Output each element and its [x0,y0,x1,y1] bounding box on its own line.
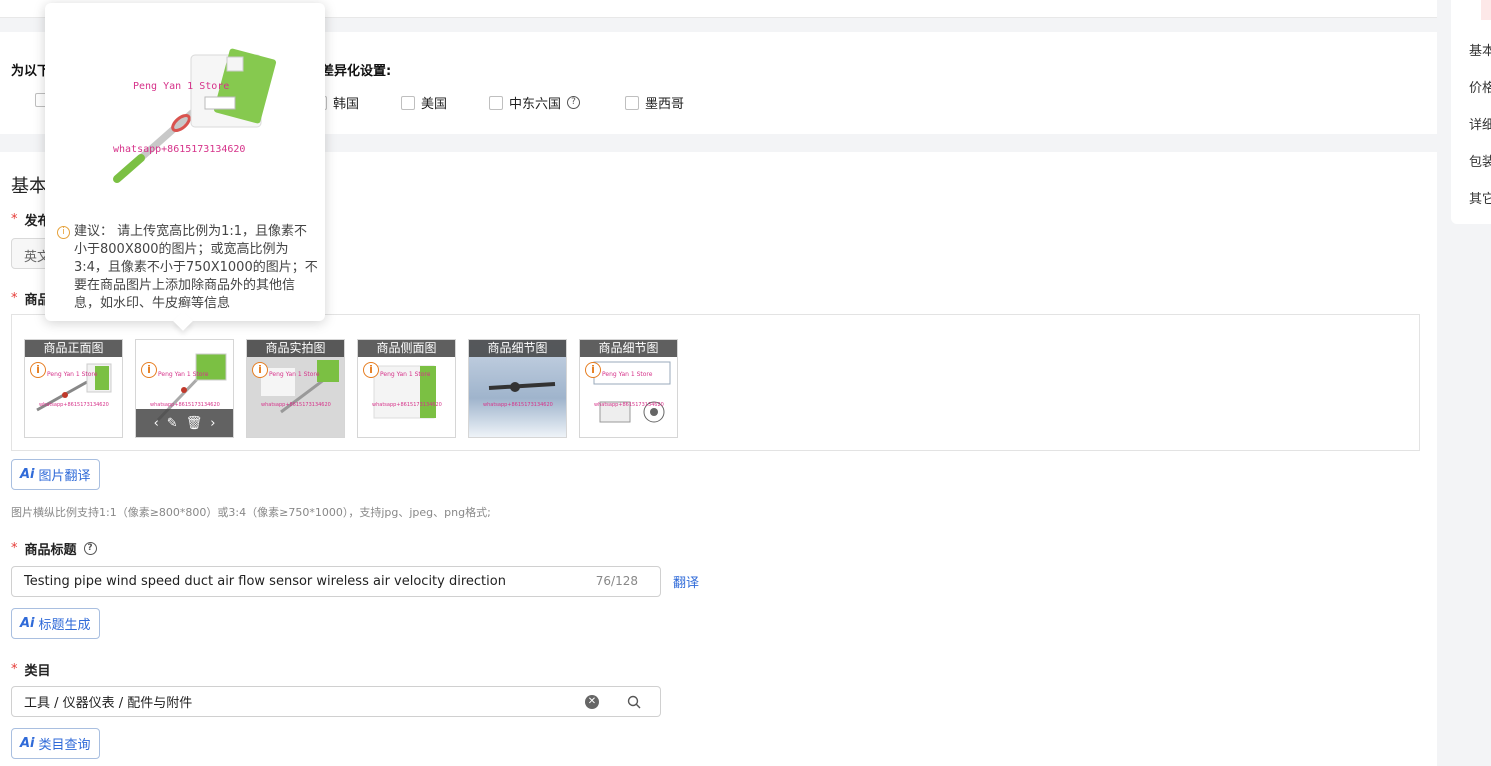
ai-icon: Ai [20,616,35,631]
checkbox-box[interactable] [401,95,415,110]
category-search-button[interactable] [607,686,661,717]
image-translate-button[interactable]: Ai 图片翻译 [11,459,100,490]
checkbox-label: 美国 [421,97,448,112]
thumb-store-watermark: Peng Yan 1 Store [269,371,320,378]
thumb-wa-watermark: whatsapp+8615173134620 [39,402,109,408]
search-icon [627,695,640,708]
nav-item-detail[interactable]: 详细描述 [1469,114,1491,133]
title-generate-button[interactable]: Ai 标题生成 [11,608,100,639]
image-preview-popover: Peng Yan 1 Store whatsapp+8615173134620 … [45,3,325,331]
thumb-store-watermark: Peng Yan 1 Store [380,371,431,378]
ai-icon: Ai [20,736,35,751]
product-title-label: * 商品标题 ? [11,539,97,558]
warning-icon: i [30,362,46,378]
category-label: * 类目 [11,662,51,679]
title-char-counter: 76/128 [595,574,638,588]
thumb-wa-watermark: whatsapp+8615173134620 [594,402,664,408]
thumb-wa-watermark: whatsapp+8615173134620 [483,402,553,408]
image-hint: 图片横纵比例支持1:1（像素≥800*800）或3:4（像素≥750*1000）… [11,506,491,519]
checkbox-box[interactable] [489,95,503,110]
checkbox-box[interactable] [625,95,639,110]
checkbox-label: 中东六国 [509,97,562,112]
clear-icon[interactable]: ✕ [585,695,599,709]
thumb-label: 商品细节图 [469,340,566,357]
checkbox-usa[interactable]: 美国 [401,93,447,112]
thumb-store-watermark: Peng Yan 1 Store [602,371,653,378]
thumb-toolbar: ‹ ✎ 🗑 › [136,409,233,437]
warning-icon: i [363,362,379,378]
preview-suggestion: i 建议： 请上传宽高比例为1:1，且像素不小于800X800的图片；或宽高比例… [57,223,319,313]
checkbox-middle-east[interactable]: 中东六国 ? [489,93,581,112]
trash-icon[interactable]: 🗑 [186,416,203,431]
checkbox-mexico[interactable]: 墨西哥 [625,93,684,112]
checkbox-label: 墨西哥 [645,97,685,112]
product-image-thumb[interactable]: 商品细节图 whatsapp+8615173134620 [468,339,567,438]
product-image-thumb[interactable]: 商品实拍图 i Peng Yan 1 Store whatsapp+861517… [246,339,345,438]
thumb-wa-watermark: whatsapp+8615173134620 [150,402,220,408]
preview-store-watermark: Peng Yan 1 Store [133,81,230,92]
edit-icon[interactable]: ✎ [167,416,178,431]
thumb-store-watermark: Peng Yan 1 Store [158,371,209,378]
category-query-button[interactable]: Ai 类目查询 [11,728,100,759]
thumb-label: 商品正面图 [25,340,122,357]
nav-active-marker [1481,0,1491,20]
chevron-right-icon[interactable]: › [210,416,215,431]
warning-icon: i [585,362,601,378]
info-icon: i [57,226,70,239]
thumb-store-watermark: Peng Yan 1 Store [47,371,98,378]
product-image-uploader: 商品正面图 i Peng Yan 1 Store whatsapp+861517… [11,314,1420,451]
nav-item-price[interactable]: 价格库存 [1469,77,1491,96]
thumb-wa-watermark: whatsapp+8615173134620 [261,402,331,408]
right-anchor-nav: 基本信息 价格库存 详细描述 包装与物流 其它设置 [1451,0,1491,224]
product-title-input[interactable]: Testing pipe wind speed duct air flow se… [11,566,661,597]
help-icon[interactable]: ? [83,542,97,555]
help-icon[interactable]: ? [567,96,581,109]
warning-icon: i [141,362,157,378]
thumb-label: 商品细节图 [580,340,677,357]
product-image-thumb[interactable]: 商品细节图 i Peng Yan 1 Store whatsapp+861517… [579,339,678,438]
product-image-thumb[interactable]: 商品侧面图 i Peng Yan 1 Store whatsapp+861517… [357,339,456,438]
chevron-left-icon[interactable]: ‹ [154,416,159,431]
warning-icon: i [252,362,268,378]
preview-wa-watermark: whatsapp+8615173134620 [113,144,246,155]
checkbox-label: 韩国 [333,97,360,112]
product-image-thumb-hovered[interactable]: i Peng Yan 1 Store whatsapp+861517313462… [135,339,234,438]
preview-image [113,48,277,183]
thumb-label: 商品侧面图 [358,340,455,357]
nav-item-other[interactable]: 其它设置 [1469,188,1491,207]
ai-icon: Ai [20,467,35,482]
thumb-label: 商品实拍图 [247,340,344,357]
thumb-wa-watermark: whatsapp+8615173134620 [372,402,442,408]
product-image-thumb[interactable]: 商品正面图 i Peng Yan 1 Store whatsapp+861517… [24,339,123,438]
nav-item-package[interactable]: 包装与物流 [1469,151,1491,170]
suggestion-text: 建议： 请上传宽高比例为1:1，且像素不小于800X800的图片；或宽高比例为3… [74,224,318,311]
category-input[interactable]: 工具 / 仪器仪表 / 配件与附件 ✕ [11,686,608,717]
nav-item-basic[interactable]: 基本信息 [1469,40,1491,59]
translate-link[interactable]: 翻译 [673,572,699,591]
